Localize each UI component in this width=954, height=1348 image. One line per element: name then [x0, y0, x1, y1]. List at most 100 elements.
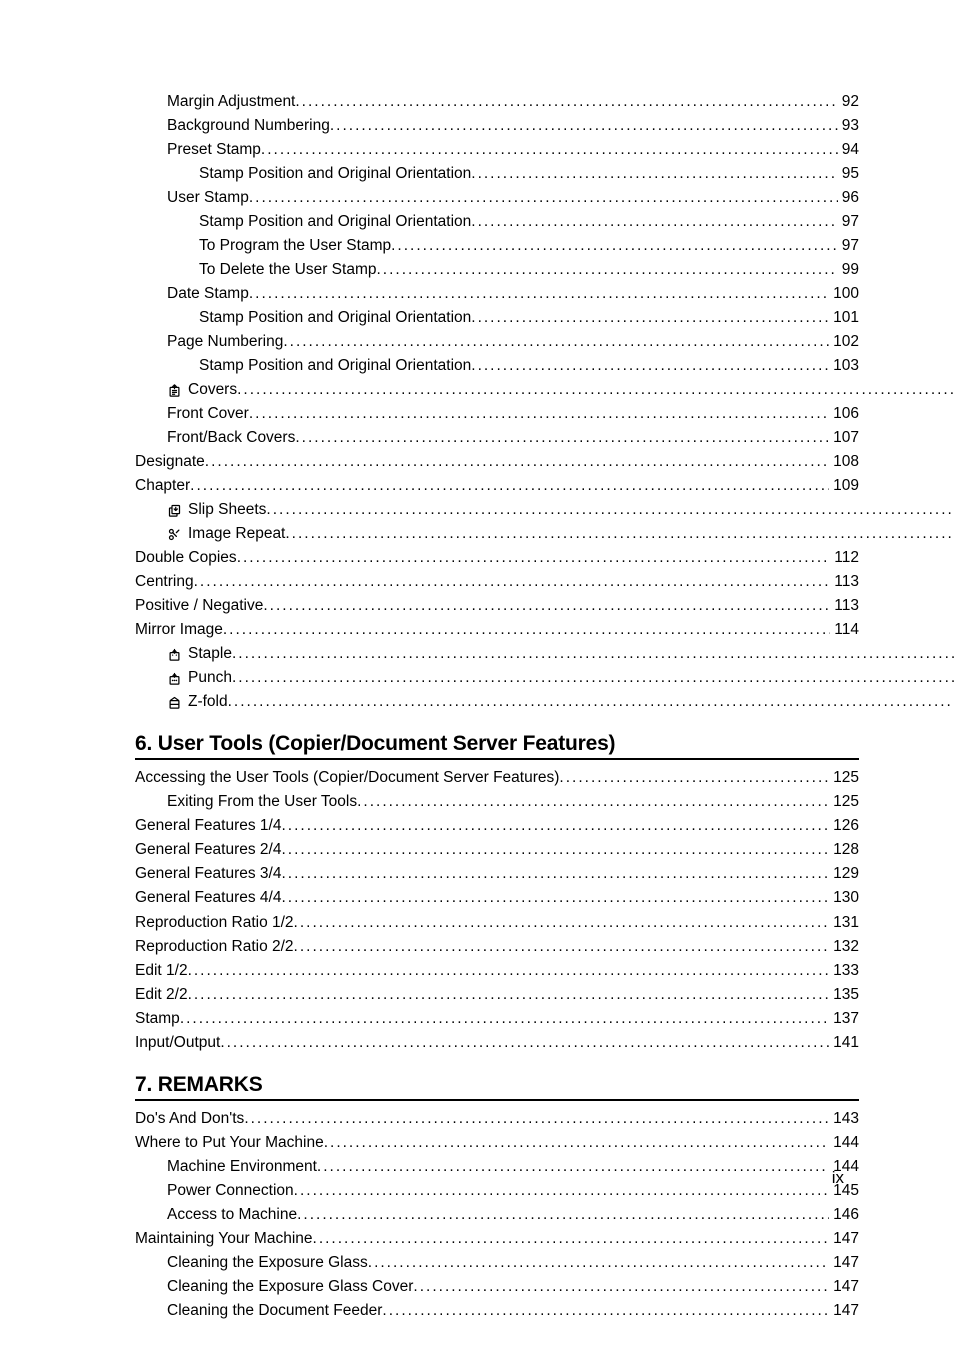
- section-7-items: Do's And Don'ts143Where to Put Your Mach…: [135, 1107, 859, 1323]
- toc-entry-label: General Features 3/4: [135, 862, 281, 886]
- toc-entry-rest: Staple115: [188, 642, 954, 666]
- toc-entry-label: Input/Output: [135, 1031, 220, 1055]
- toc-entry-label: General Features 2/4: [135, 838, 281, 862]
- punch-icon: [167, 671, 182, 686]
- toc-entry: Edit 2/2135: [135, 983, 859, 1007]
- toc-entry-label: Background Numbering: [167, 114, 330, 138]
- toc-entry: Background Numbering 93: [135, 114, 859, 138]
- toc-leader-dots: [237, 378, 954, 402]
- toc-entry-rest: Z-fold122: [188, 690, 954, 714]
- toc-entry-page: 95: [838, 162, 859, 186]
- toc-entry: Input/Output 141: [135, 1031, 859, 1055]
- toc-leader-dots: [295, 426, 829, 450]
- toc-entry-page: 97: [838, 210, 859, 234]
- toc-leader-dots: [391, 234, 838, 258]
- toc-leader-dots: [357, 790, 829, 814]
- toc-entry-page: 94: [838, 138, 859, 162]
- toc-entry-label: Positive / Negative: [135, 594, 263, 618]
- toc-entry-rest: Covers106: [188, 378, 954, 402]
- toc-entry-label: Preset Stamp: [167, 138, 261, 162]
- toc-entry-page: 130: [829, 886, 859, 910]
- toc-entry: General Features 4/4130: [135, 886, 859, 910]
- toc-entry-page: 147: [829, 1251, 859, 1275]
- toc-entry-label: Reproduction Ratio 2/2: [135, 935, 294, 959]
- toc-entry-page: 102: [829, 330, 859, 354]
- toc-entry: Front Cover106: [135, 402, 859, 426]
- toc-entry-label: Access to Machine: [167, 1203, 297, 1227]
- toc-leader-dots: [180, 1007, 829, 1031]
- toc-entry-page: 147: [829, 1299, 859, 1323]
- toc-entry: Centring113: [135, 570, 859, 594]
- toc-entry-page: 135: [829, 983, 859, 1007]
- toc-leader-dots: [205, 450, 829, 474]
- toc-leader-dots: [471, 354, 829, 378]
- toc-entry-page: 93: [838, 114, 859, 138]
- toc-entry-label: Cleaning the Document Feeder: [167, 1299, 382, 1323]
- toc-entry: Exiting From the User Tools125: [135, 790, 859, 814]
- page-number: ix: [832, 1168, 844, 1188]
- section-6-list: Accessing the User Tools (Copier/Documen…: [135, 766, 859, 1054]
- toc-entry: Date Stamp100: [135, 282, 859, 306]
- toc-entry-page: 113: [830, 594, 859, 618]
- toc-leader-dots: [294, 1179, 829, 1203]
- toc-entry-label: To Delete the User Stamp: [199, 258, 376, 282]
- toc-entry-page: 92: [838, 90, 859, 114]
- toc-entry: Margin Adjustment92: [135, 90, 859, 114]
- toc-leader-dots: [285, 522, 954, 546]
- toc-entry-page: 100: [829, 282, 859, 306]
- toc-leader-dots: [317, 1155, 829, 1179]
- toc-entry-label: Slip Sheets: [188, 498, 266, 522]
- toc-entry-label: Double Copies: [135, 546, 237, 570]
- toc-entry: Designate108: [135, 450, 859, 474]
- toc-leader-dots: [295, 90, 837, 114]
- toc-entry: Stamp Position and Original Orientation9…: [135, 162, 859, 186]
- toc-entry-page: 146: [829, 1203, 859, 1227]
- toc-leader-dots: [249, 282, 829, 306]
- pages-arrow-down-icon: [167, 503, 182, 518]
- toc-leader-dots: [281, 886, 829, 910]
- toc-entry: Stamp Position and Original Orientation1…: [135, 306, 859, 330]
- toc-entry-label: Staple: [188, 642, 232, 666]
- toc-entry-label: Chapter: [135, 474, 190, 498]
- toc-entry-page: 147: [829, 1275, 859, 1299]
- toc-entry-label: Exiting From the User Tools: [167, 790, 357, 814]
- toc-entry-label: To Program the User Stamp: [199, 234, 391, 258]
- toc-entry-page: 141: [829, 1031, 859, 1055]
- toc-entry-label: Power Connection: [167, 1179, 294, 1203]
- toc-entry-label: Front/Back Covers: [167, 426, 295, 450]
- toc-entry: Edit 1/2133: [135, 959, 859, 983]
- toc-leader-dots: [263, 594, 830, 618]
- toc-entry: Front/Back Covers107: [135, 426, 859, 450]
- toc-entry-page: 99: [838, 258, 859, 282]
- toc-entry-label: Front Cover: [167, 402, 249, 426]
- toc-entry-label: Machine Environment: [167, 1155, 317, 1179]
- toc-entry-label: Maintaining Your Machine: [135, 1227, 313, 1251]
- toc-leader-dots: [471, 162, 837, 186]
- toc-entry-label: Where to Put Your Machine: [135, 1131, 324, 1155]
- toc-entry: Stamp137: [135, 1007, 859, 1031]
- toc-entry-page: 144: [829, 1131, 859, 1155]
- toc-entry: Access to Machine 146: [135, 1203, 859, 1227]
- toc-leader-dots: [188, 983, 830, 1007]
- toc-entry-page: 137: [829, 1007, 859, 1031]
- toc-leader-dots: [382, 1299, 829, 1323]
- toc-entry-label: Cleaning the Exposure Glass: [167, 1251, 368, 1275]
- toc-entry: Double Copies112: [135, 546, 859, 570]
- toc-entry-page: 114: [830, 618, 859, 642]
- toc-entry-page: 125: [829, 766, 859, 790]
- toc-entry: Maintaining Your Machine147: [135, 1227, 859, 1251]
- toc-entry: Accessing the User Tools (Copier/Documen…: [135, 766, 859, 790]
- toc-leader-dots: [313, 1227, 830, 1251]
- toc-entry: General Features 3/4129: [135, 862, 859, 886]
- toc-leader-dots: [266, 498, 954, 522]
- toc-entry: User Stamp96: [135, 186, 859, 210]
- toc-entry-page: 126: [829, 814, 859, 838]
- toc-entry: Do's And Don'ts143: [135, 1107, 859, 1131]
- toc-entry-page: 103: [829, 354, 859, 378]
- toc-group-top: Margin Adjustment92Background Numbering 9…: [135, 90, 859, 714]
- toc-entry: Chapter109: [135, 474, 859, 498]
- section-6-heading: 6. User Tools (Copier/Document Server Fe…: [135, 732, 859, 760]
- toc-entry-page: 132: [829, 935, 859, 959]
- toc-entry-rest: Slip Sheets110: [188, 498, 954, 522]
- toc-entry-page: 101: [829, 306, 859, 330]
